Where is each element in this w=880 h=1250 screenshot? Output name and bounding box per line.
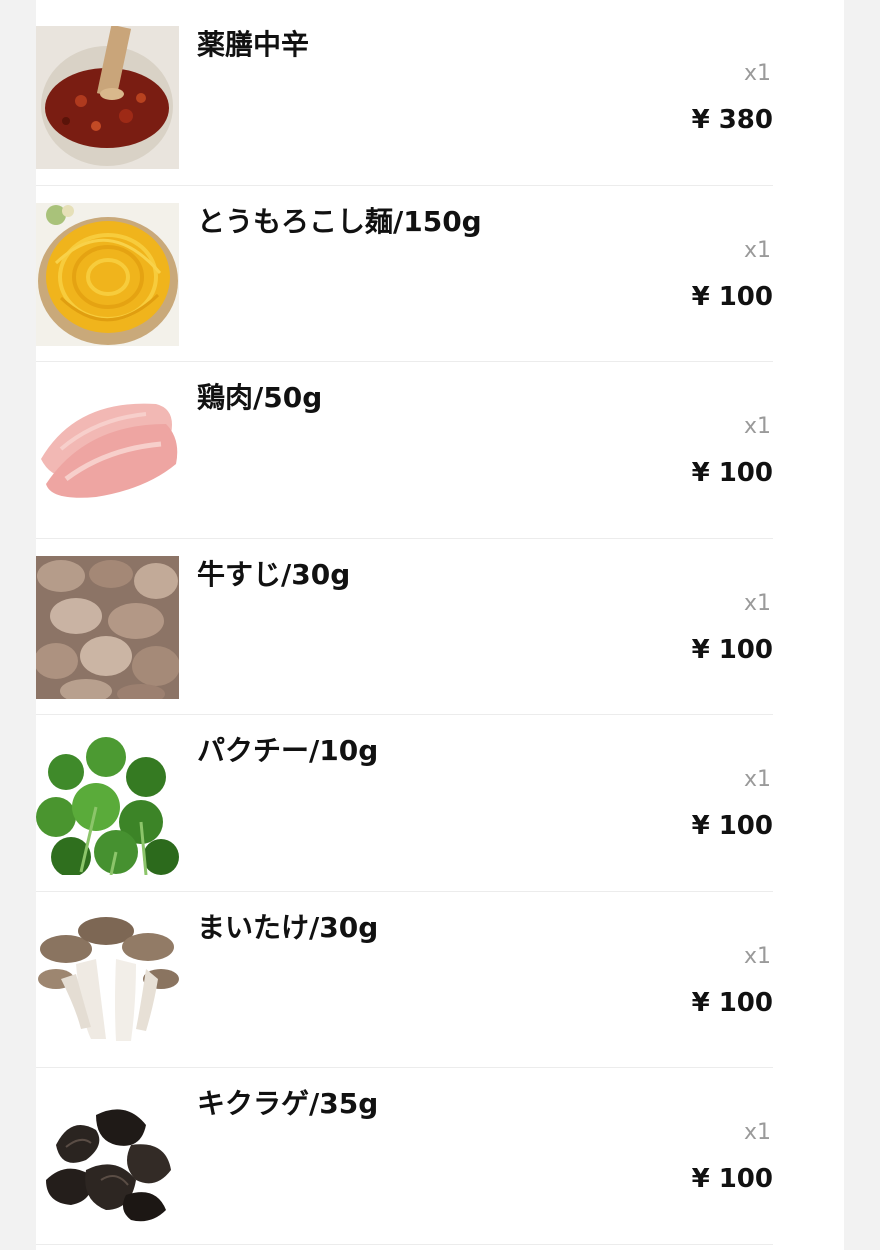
wood-ear-image <box>36 1085 179 1228</box>
order-item[interactable]: キクラゲ/35g x1 ¥ 100 <box>36 1068 773 1245</box>
item-price: ¥ 100 <box>691 1164 773 1194</box>
maitake-image <box>36 908 179 1052</box>
order-item[interactable]: 薬膳中辛 x1 ¥ 380 <box>36 9 773 186</box>
item-price: ¥ 100 <box>691 811 773 841</box>
item-name: まいたけ/30g <box>197 910 379 944</box>
beef-tendon-image <box>36 555 179 699</box>
order-item[interactable]: 鶏肉/50g x1 ¥ 100 <box>36 362 773 539</box>
item-name: とうもろこし麺/150g <box>197 204 482 238</box>
item-price: ¥ 380 <box>691 105 773 135</box>
order-item-list: 薬膳中辛 x1 ¥ 380 とうもろこし麺/150g x1 ¥ 100 鶏肉/5… <box>36 9 773 1245</box>
item-price: ¥ 100 <box>691 987 773 1018</box>
order-item[interactable]: まいたけ/30g x1 ¥ 100 <box>36 892 773 1068</box>
item-name: 牛すじ/30g <box>197 557 351 591</box>
item-name: パクチー/10g <box>197 734 379 767</box>
item-price: ¥ 100 <box>691 281 773 312</box>
cilantro-image <box>36 732 179 875</box>
item-price: ¥ 100 <box>691 634 773 665</box>
order-item[interactable]: パクチー/10g x1 ¥ 100 <box>36 715 773 892</box>
spicy-paste-image <box>36 26 179 169</box>
item-price: ¥ 100 <box>691 458 773 488</box>
item-quantity: x1 <box>743 590 771 616</box>
item-name: キクラゲ/35g <box>197 1087 379 1120</box>
item-name: 薬膳中辛 <box>197 28 310 61</box>
item-quantity: x1 <box>743 767 771 792</box>
order-item[interactable]: とうもろこし麺/150g x1 ¥ 100 <box>36 186 773 362</box>
item-quantity: x1 <box>743 61 771 86</box>
order-item[interactable]: 牛すじ/30g x1 ¥ 100 <box>36 539 773 715</box>
chicken-image <box>36 379 179 522</box>
item-quantity: x1 <box>743 237 771 263</box>
item-quantity: x1 <box>743 1120 771 1145</box>
corn-noodles-image <box>36 202 179 346</box>
item-name: 鶏肉/50g <box>197 381 323 414</box>
item-quantity: x1 <box>743 414 771 439</box>
item-quantity: x1 <box>743 943 771 969</box>
